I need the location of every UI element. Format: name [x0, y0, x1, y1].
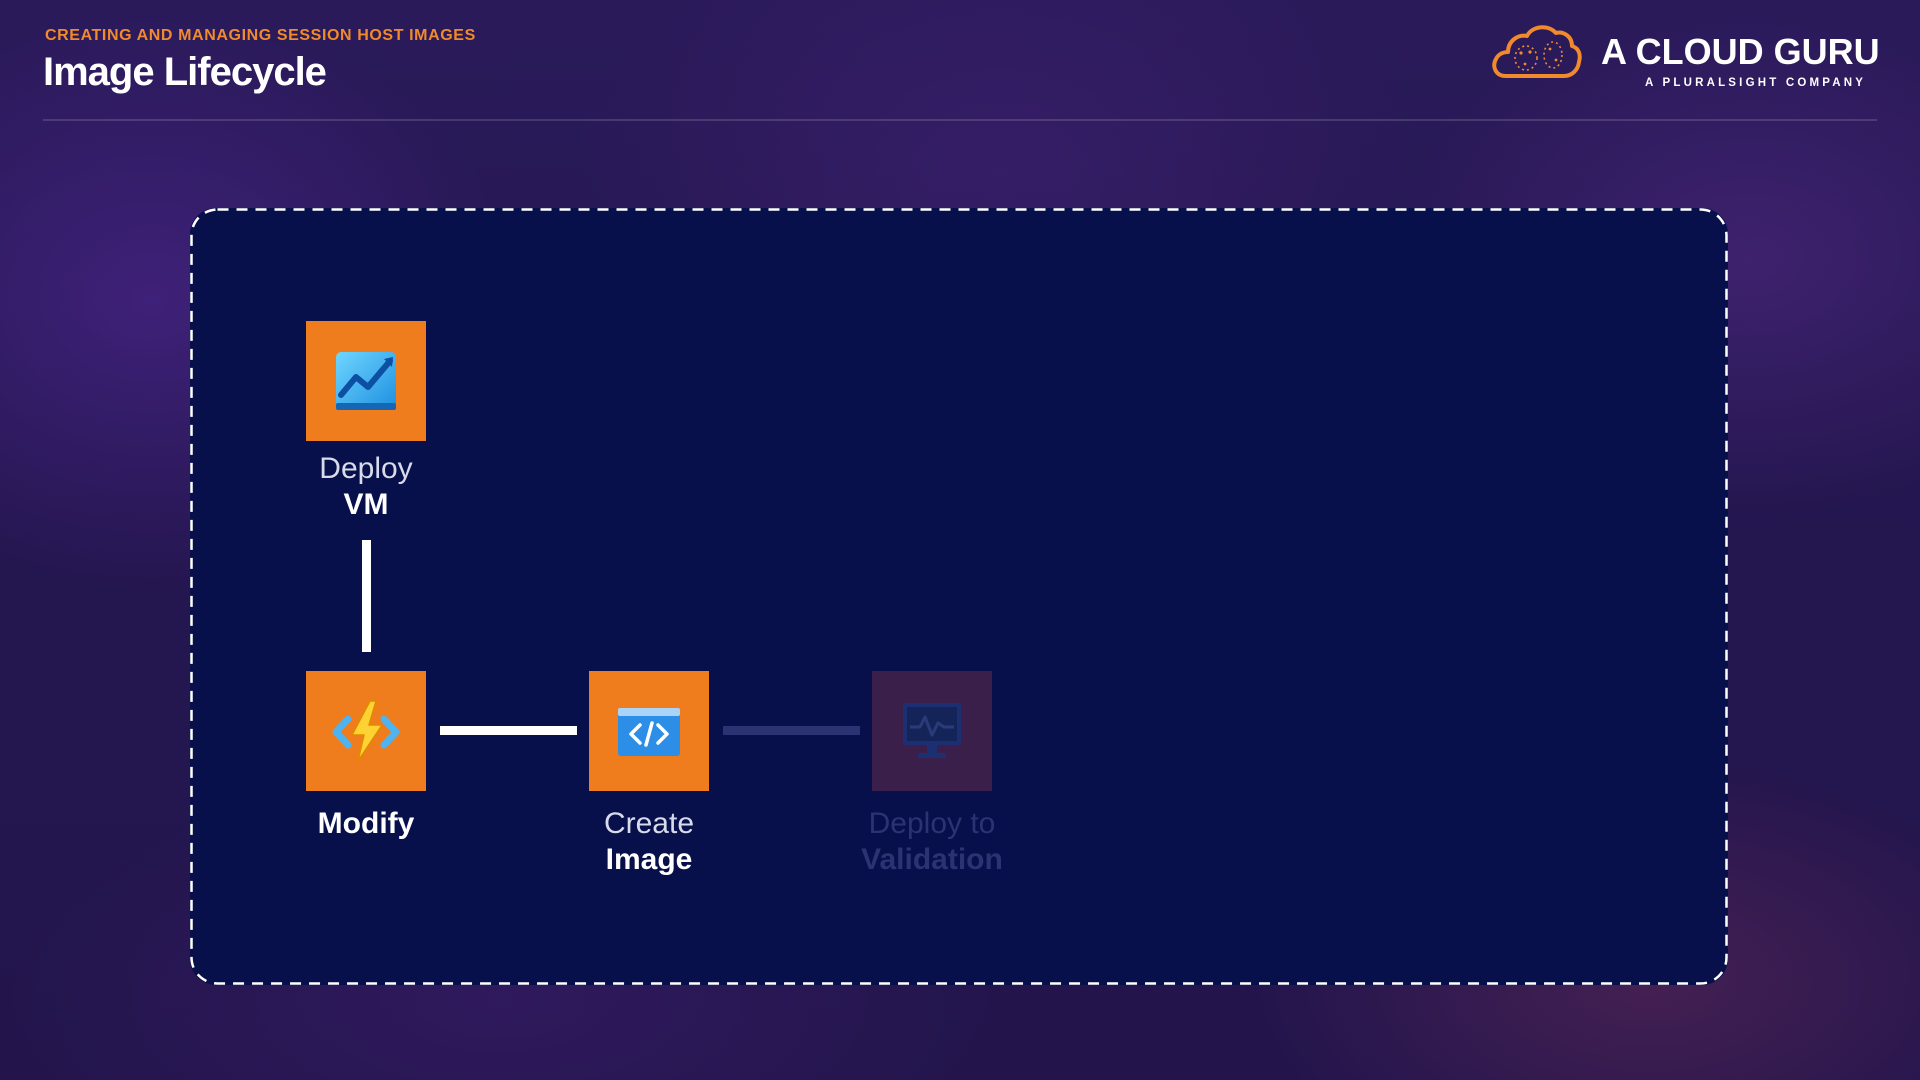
cloud-icon [1492, 25, 1582, 78]
brand-name: A CLOUD GURU [1601, 31, 1880, 72]
brand-tagline: A PLURALSIGHT COMPANY [1645, 77, 1867, 89]
node-label-line1: Deploy to [868, 807, 996, 840]
connector-create-image-to-deploy-validation [723, 726, 860, 735]
lightning-code-icon [332, 700, 400, 762]
node-deploy-vm [306, 321, 426, 441]
brand-logo: A CLOUD GURU A PLURALSIGHT COMPANY [1490, 22, 1885, 94]
connector-deploy-vm-to-modify [362, 540, 371, 652]
node-label-modify: Modify [246, 806, 486, 842]
page-title: Image Lifecycle [43, 50, 327, 94]
node-create-image [589, 671, 709, 791]
node-deploy-validation [872, 671, 992, 791]
node-label-deploy-validation: Deploy to Validation [812, 806, 1052, 878]
section-eyebrow: CREATING AND MANAGING SESSION HOST IMAGE… [45, 27, 476, 44]
node-label-line2: VM [343, 488, 389, 521]
node-label-deploy-vm: Deploy VM [246, 451, 486, 523]
code-window-icon [618, 708, 680, 756]
monitor-pulse-icon [903, 703, 961, 758]
node-label-line2: Modify [317, 807, 415, 840]
node-label-line2: Validation [861, 843, 1003, 876]
node-label-create-image: Create Image [529, 806, 769, 878]
chart-monitor-icon [336, 352, 396, 410]
node-label-line1: Deploy [319, 452, 413, 485]
node-label-line2: Image [605, 843, 693, 876]
connector-modify-to-create-image [440, 726, 577, 735]
node-modify [306, 671, 426, 791]
header-divider [43, 119, 1877, 121]
node-label-line1: Create [603, 807, 695, 840]
